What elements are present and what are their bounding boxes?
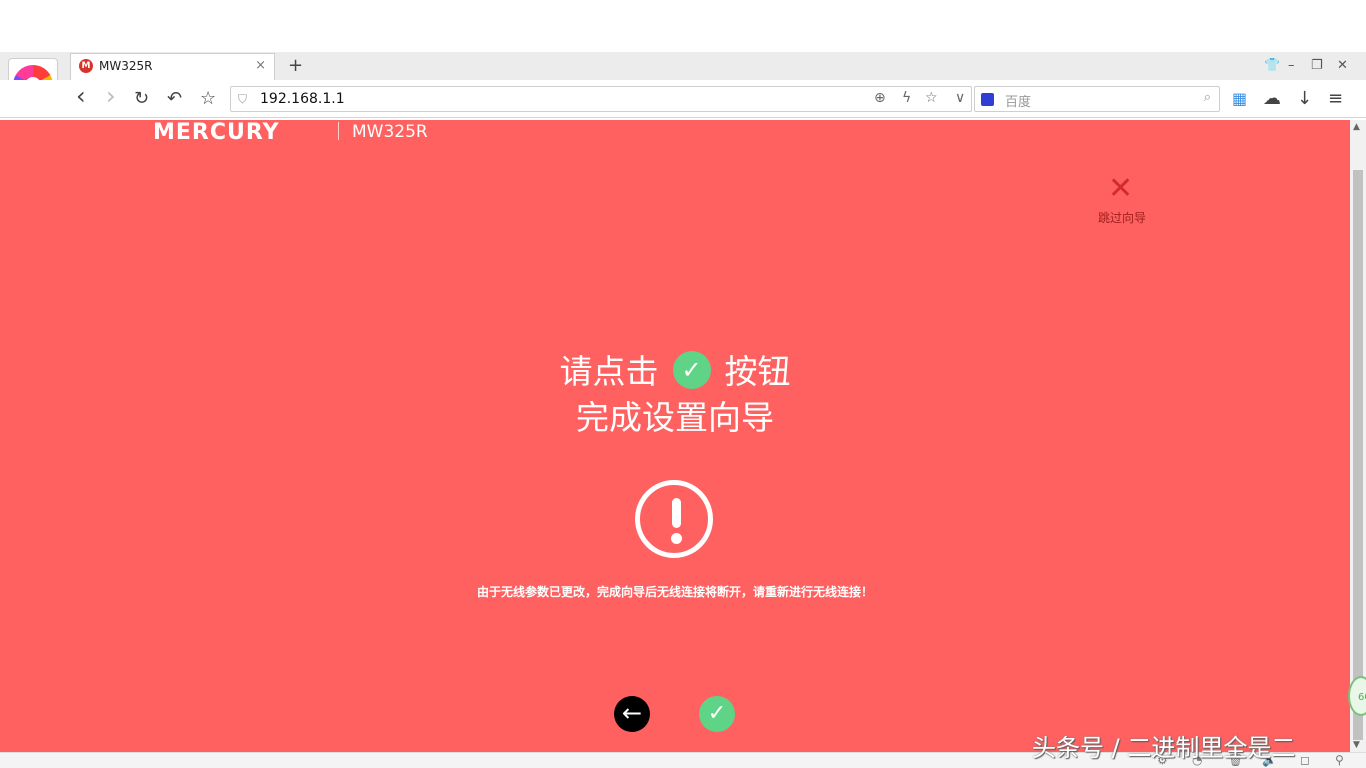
download-icon[interactable]: ↓ xyxy=(1297,88,1312,109)
new-tab-button[interactable]: + xyxy=(288,55,303,76)
scroll-thumb[interactable] xyxy=(1353,170,1363,740)
search-box[interactable]: 百度 ⌕ xyxy=(974,86,1220,112)
forward-icon[interactable]: › xyxy=(106,82,116,110)
zoom-icon[interactable]: ⊕ xyxy=(874,90,886,106)
history-dropdown-icon[interactable]: ∨ xyxy=(955,90,965,106)
skin-icon[interactable]: 👕 xyxy=(1264,58,1280,73)
undo-close-tab-icon[interactable]: ↶ xyxy=(167,88,182,109)
back-button[interactable]: ← xyxy=(614,696,650,732)
restore-button[interactable]: ❐ xyxy=(1311,58,1323,73)
search-placeholder[interactable]: 百度 xyxy=(1005,91,1031,110)
instruction-part2: 按钮 xyxy=(724,352,791,391)
apps-icon[interactable]: ▦ xyxy=(1232,89,1247,108)
menu-icon[interactable]: ≡ xyxy=(1328,88,1343,109)
search-icon[interactable]: ⌕ xyxy=(1204,90,1211,105)
mercury-logo: MERCURY xyxy=(153,120,280,145)
scroll-down-icon[interactable]: ▼ xyxy=(1353,740,1360,750)
inline-check-icon: ✓ xyxy=(672,351,711,389)
browser-tab[interactable]: M MW325R × xyxy=(70,53,275,80)
back-icon[interactable]: ‹ xyxy=(76,82,86,110)
window-icon[interactable]: ◻ xyxy=(1300,753,1310,767)
watermark: 头条号 / 二进制里全是二 xyxy=(1032,734,1296,762)
scroll-up-icon[interactable]: ▲ xyxy=(1353,122,1360,132)
instruction-line2: 完成设置向导 xyxy=(576,398,774,437)
tab-close-icon[interactable]: × xyxy=(255,58,266,73)
search-status-icon[interactable]: ⚲ xyxy=(1335,753,1344,767)
vertical-scrollbar[interactable]: ▲ ▼ xyxy=(1350,120,1366,752)
favorite-star-icon[interactable]: ☆ xyxy=(925,90,938,106)
warning-bar xyxy=(672,498,681,528)
url-text[interactable]: 192.168.1.1 xyxy=(260,91,345,107)
router-setup-page: MERCURY MW325R ✕ 跳过向导 请点击 ✓ 按钮 完成设置向导 由于无线… xyxy=(0,120,1350,752)
security-shield-icon: ⛉ xyxy=(238,92,248,106)
warning-icon xyxy=(635,480,713,558)
instruction-part1: 请点击 xyxy=(559,352,659,391)
baidu-icon[interactable] xyxy=(981,93,994,106)
address-bar[interactable]: ⛉ 192.168.1.1 ⊕ ϟ ☆ ∨ xyxy=(230,86,972,112)
instruction-line1: 请点击 ✓ 按钮 xyxy=(0,350,1350,394)
finish-button[interactable]: ✓ xyxy=(699,696,735,732)
close-window-button[interactable]: ✕ xyxy=(1337,58,1348,73)
reload-icon[interactable]: ↻ xyxy=(134,88,149,109)
lightning-icon[interactable]: ϟ xyxy=(902,90,911,106)
skip-wizard-close-icon[interactable]: ✕ xyxy=(1108,174,1133,204)
cloud-icon[interactable]: ☁ xyxy=(1263,88,1281,109)
tab-title: MW325R xyxy=(99,59,153,73)
bookmark-icon[interactable]: ☆ xyxy=(200,88,216,109)
warning-dot xyxy=(671,533,682,544)
model-name: MW325R xyxy=(352,122,428,142)
warning-message: 由于无线参数已更改，完成向导后无线连接将断开，请重新进行无线连接！ xyxy=(476,585,873,599)
mercury-favicon-icon: M xyxy=(79,59,93,73)
skip-wizard-link[interactable]: 跳过向导 xyxy=(1096,209,1148,226)
logo-divider xyxy=(338,122,339,140)
minimize-button[interactable]: – xyxy=(1288,58,1295,73)
